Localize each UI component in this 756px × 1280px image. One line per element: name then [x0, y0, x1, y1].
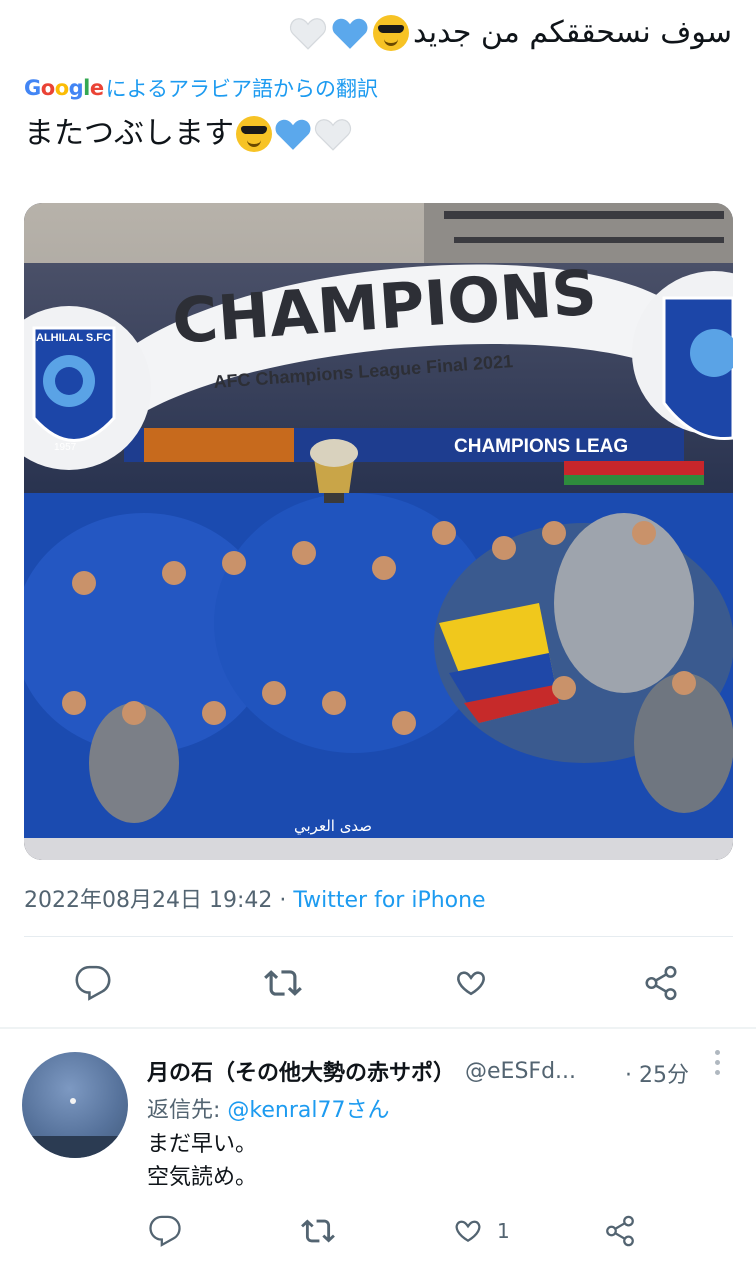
reply-line: 空気読め。 [147, 1165, 258, 1190]
tweet-meta: 2022年08月24日 19:42 · Twitter for iPhone [24, 882, 486, 914]
photo-watermark: صدى العربي [294, 817, 372, 836]
reply-button[interactable] [74, 964, 112, 1002]
cool-face-emoji-icon [373, 15, 409, 51]
arabic-text: سوف نسحققكم من جديد [413, 15, 732, 50]
champions-celebration-image: CHAMPIONS LEAG CHAMPIONS AFC Champions L… [24, 203, 733, 860]
reply-avatar[interactable] [22, 1052, 128, 1158]
share-button[interactable] [642, 964, 680, 1002]
more-options-icon[interactable] [713, 1050, 721, 1080]
board-text: CHAMPIONS LEAG [454, 436, 628, 457]
tweet-original-text: سوف نسحققكم من جديد [289, 10, 732, 56]
share-icon [606, 1215, 634, 1247]
translated-text: またつぶします [24, 116, 234, 151]
reply-line: まだ早い。 [147, 1132, 258, 1157]
translation-attribution[interactable]: Google によるアラビア語からの翻訳 [24, 73, 378, 103]
retweet-icon [264, 970, 302, 996]
reply-time[interactable]: · 25分 [625, 1057, 689, 1089]
retweet-button[interactable] [263, 964, 303, 1002]
reply-reply-button[interactable] [148, 1214, 182, 1248]
reply-author-handle[interactable]: @eESFd... [465, 1059, 576, 1084]
retweet-icon [301, 1219, 335, 1243]
divider [24, 936, 733, 937]
tweet-client-link[interactable]: Twitter for iPhone [293, 888, 485, 913]
white-heart-emoji-icon [314, 119, 352, 151]
replying-to: 返信先: @kenral77さん [147, 1092, 389, 1124]
like-icon [455, 1220, 481, 1243]
replying-to-handle[interactable]: @kenral77さん [227, 1098, 389, 1123]
translation-label: によるアラビア語からの翻訳 [105, 77, 378, 101]
left-logo-year: 1957 [54, 442, 77, 453]
blue-heart-emoji-icon [332, 18, 368, 49]
section-separator [0, 1027, 756, 1029]
meta-separator: · [272, 888, 294, 913]
reply-header: 月の石（その他大勢の赤サポ） @eESFd... [147, 1055, 576, 1087]
reply-share-button[interactable] [603, 1214, 637, 1248]
reply-icon [149, 1215, 181, 1247]
like-button[interactable] [452, 964, 490, 1002]
tweet-photo[interactable]: CHAMPIONS LEAG CHAMPIONS AFC Champions L… [24, 203, 733, 860]
reply-retweet-button[interactable] [300, 1214, 336, 1248]
white-heart-emoji-icon [289, 18, 327, 50]
cool-face-emoji-icon [236, 116, 272, 152]
blue-heart-emoji-icon [275, 119, 311, 150]
share-icon [645, 965, 677, 1001]
google-logo: Google [24, 76, 104, 100]
like-icon [457, 971, 485, 996]
reply-like-button[interactable]: 1 [451, 1214, 510, 1248]
tweet-timestamp[interactable]: 2022年08月24日 19:42 [24, 888, 272, 913]
reply-text: まだ早い。 空気読め。 [147, 1128, 257, 1194]
like-count: 1 [497, 1219, 510, 1243]
tweet-translated-text: またつぶします [24, 112, 352, 156]
reply-author-name[interactable]: 月の石（その他大勢の赤サポ） [147, 1055, 455, 1087]
left-logo-text: ALHILAL S.FC [36, 332, 111, 344]
replying-to-label: 返信先: [147, 1098, 228, 1123]
avatar-moon [70, 1098, 76, 1104]
avatar-ground [22, 1136, 128, 1158]
reply-icon [75, 965, 111, 1001]
tweet-detail-page: سوف نسحققكم من جديد Google によるアラビア語からの翻訳… [0, 0, 756, 1280]
